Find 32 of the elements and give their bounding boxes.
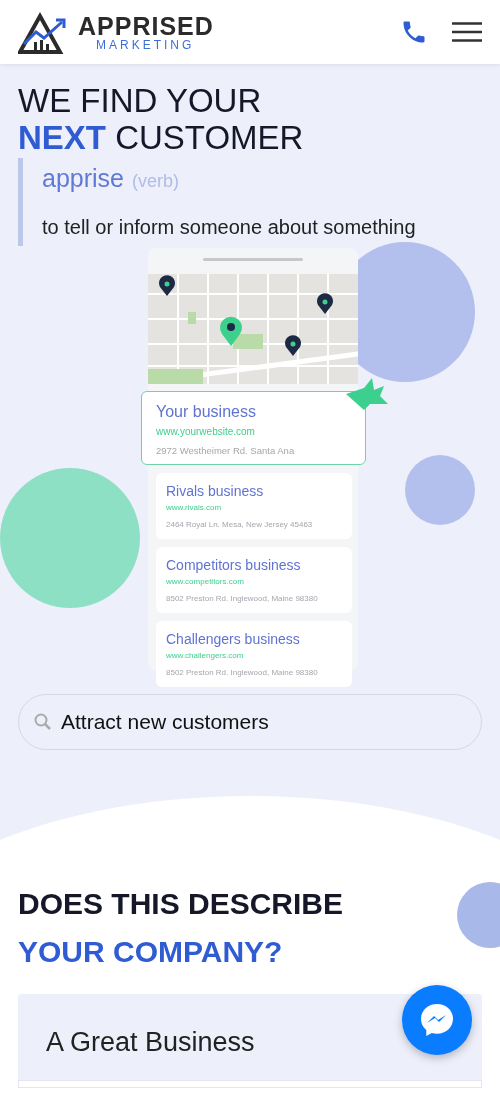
headline: NEXT CUSTOMER — [18, 119, 305, 156]
logo-title: APPRISED — [78, 13, 214, 39]
word-class: (verb) — [132, 170, 179, 193]
search-icon — [34, 713, 52, 731]
business-name: Competitors business — [166, 556, 302, 576]
business-url: www.challengers.com — [166, 650, 245, 663]
business-url: www.rivals.com — [166, 502, 223, 515]
business-name: Your business — [156, 402, 257, 422]
search-field[interactable]: Attract new customers — [18, 694, 482, 750]
definition-text: to tell or inform someone about something — [42, 214, 417, 240]
business-name: Rivals business — [166, 482, 265, 502]
business-address: 8502 Preston Rd. Inglewood, Maine 98380 — [166, 593, 319, 606]
headline: WE FIND YOUR — [18, 82, 263, 119]
home-logo-link[interactable]: APPRISED MARKETING — [18, 10, 214, 54]
section-heading: DOES THIS DESCRIBE — [18, 886, 345, 922]
accordion-card[interactable]: A Great Business — [18, 994, 482, 1088]
business-address: 8502 Preston Rd. Inglewood, Maine 98380 — [166, 667, 319, 680]
business-url: www.yourwebsite.com — [156, 425, 256, 439]
business-url: www.competitors.com — [166, 576, 245, 589]
card-title: A Great Business — [46, 1026, 256, 1059]
section-heading: YOUR COMPANY? — [18, 934, 284, 970]
business-listing[interactable]: Competitors business www.competitors.com 8502 Preston Rd. Inglewood, Maine 98380 — [156, 547, 352, 614]
definition-word: apprise — [42, 163, 124, 194]
business-name: Challengers business — [166, 630, 301, 650]
logo-subtitle: MARKETING — [96, 38, 196, 51]
business-listing[interactable]: Your business www.yourwebsite.com 2972 Westheimer Rd. Santa Ana — [141, 391, 366, 466]
business-listing[interactable]: Rivals business www.rivals.com 2464 Royal Ln. Mesa, New Jersey 45463 — [156, 473, 352, 540]
menu-icon[interactable] — [452, 22, 482, 42]
business-listing[interactable]: Challengers business www.challengers.com 8502 Preston Rd. Inglewood, Maine 98380 — [156, 621, 352, 688]
chat-bubble-icon — [418, 1001, 456, 1039]
business-address: 2464 Royal Ln. Mesa, New Jersey 45463 — [166, 519, 314, 532]
business-address: 2972 Westheimer Rd. Santa Ana — [156, 444, 296, 458]
